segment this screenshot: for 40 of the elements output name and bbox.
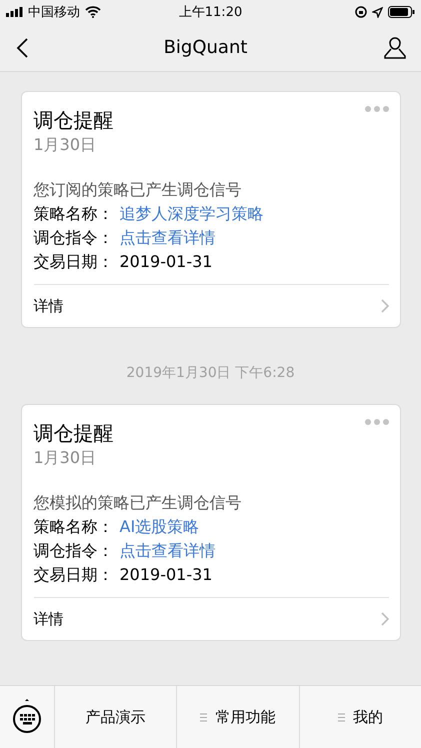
message-intro: 您订阅的策略已产生调仓信号 xyxy=(34,179,242,201)
keyboard-icon[interactable] xyxy=(11,699,43,735)
field-link[interactable]: 追梦人深度学习策略 xyxy=(120,202,264,226)
menu-item[interactable]: 常用功能 xyxy=(177,686,300,748)
chevron-right-icon xyxy=(380,299,388,313)
message-intro: 您模拟的策略已产生调仓信号 xyxy=(34,492,242,514)
message-title: 调仓提醒 xyxy=(34,420,114,447)
field-link[interactable]: AI选股策略 xyxy=(120,515,200,539)
field-value: 2019-01-31 xyxy=(120,564,212,586)
menu-label: 常用功能 xyxy=(215,708,276,726)
signal-icon xyxy=(6,7,23,17)
person-icon[interactable] xyxy=(382,36,407,60)
wifi-icon xyxy=(85,6,101,18)
clock-time: 上午11:20 xyxy=(178,4,242,21)
battery-icon xyxy=(388,6,415,18)
field-label: 调仓指令： xyxy=(34,540,114,562)
details-link[interactable]: 详情 xyxy=(34,610,64,628)
message-title: 调仓提醒 xyxy=(34,107,114,134)
chevron-right-icon xyxy=(380,612,388,626)
rotation-lock-icon xyxy=(355,6,367,18)
field-label: 策略名称： xyxy=(34,203,114,225)
menu-item[interactable]: 我的 xyxy=(300,686,421,748)
field-label: 交易日期： xyxy=(34,564,114,586)
field-label: 交易日期： xyxy=(34,251,114,273)
field-value: 2019-01-31 xyxy=(120,251,212,273)
carrier-name: 中国移动 xyxy=(28,4,80,21)
menu-label: 我的 xyxy=(352,708,383,726)
message-date: 1月30日 xyxy=(34,134,98,156)
field-link[interactable]: 点击查看详情 xyxy=(120,539,216,563)
details-link[interactable]: 详情 xyxy=(34,296,64,316)
field-link[interactable]: 点击查看详情 xyxy=(120,226,216,250)
location-icon xyxy=(372,6,383,18)
timestamp: 2019年1月30日 下午6:28 xyxy=(126,364,295,382)
message-date: 1月30日 xyxy=(34,447,98,469)
field-label: 策略名称： xyxy=(34,516,114,538)
menu-item[interactable]: 产品演示 xyxy=(55,686,178,748)
back-icon[interactable] xyxy=(16,38,28,58)
menu-label: 产品演示 xyxy=(86,708,146,726)
nav-title: BigQuant xyxy=(164,37,248,58)
field-label: 调仓指令： xyxy=(34,227,114,249)
